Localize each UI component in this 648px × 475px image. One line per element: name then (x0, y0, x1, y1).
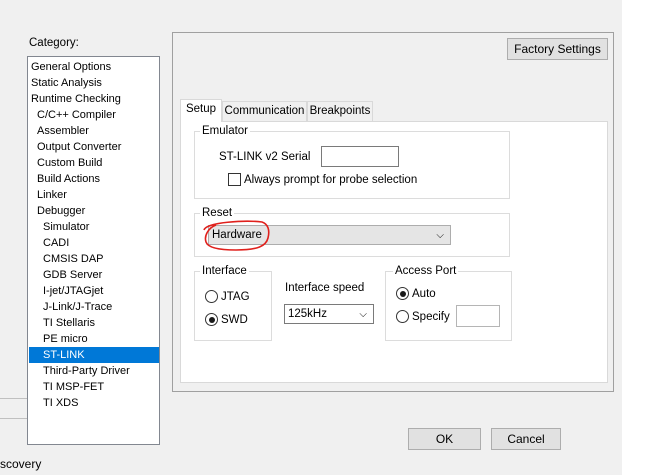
interface-group-title: Interface (200, 265, 249, 278)
interface-speed-dropdown[interactable]: 125kHz ⌵ (284, 304, 374, 324)
chevron-down-icon: ⌵ (359, 309, 367, 320)
list-item-label: Output Converter (37, 141, 122, 153)
list-item[interactable]: Assembler (29, 123, 159, 139)
list-item-label: Assembler (37, 125, 89, 137)
emulator-group-title: Emulator (200, 125, 251, 138)
list-item[interactable]: CADI (29, 235, 159, 251)
tab-breakpoints[interactable]: Breakpoints (307, 101, 373, 121)
list-item[interactable]: Simulator (29, 219, 159, 235)
auto-label: Auto (412, 288, 436, 300)
list-item[interactable]: GDB Server (29, 267, 159, 283)
list-item-label: J-Link/J-Trace (43, 301, 113, 313)
background-divider (0, 418, 28, 419)
interface-speed-label: Interface speed (285, 282, 365, 294)
chevron-down-icon: ⌵ (436, 230, 444, 241)
category-list[interactable]: General Options Static Analysis Runtime Ch… (27, 56, 160, 445)
list-item-label: I-jet/JTAGjet (43, 285, 104, 297)
list-item-label: Simulator (43, 221, 90, 233)
list-item[interactable]: CMSIS DAP (29, 251, 159, 267)
jtag-label: JTAG (221, 291, 250, 303)
auto-radio[interactable] (396, 287, 409, 300)
list-item[interactable]: I-jet/JTAGjet (29, 283, 159, 299)
list-item-label: GDB Server (43, 269, 103, 281)
list-item[interactable]: Custom Build (29, 155, 159, 171)
interface-group (194, 271, 272, 341)
list-item-label: Build Actions (37, 173, 100, 185)
specify-radio[interactable] (396, 310, 409, 323)
list-item[interactable]: TI XDS (29, 395, 159, 411)
jtag-radio[interactable] (205, 290, 218, 303)
red-annotation-circle (203, 220, 270, 251)
list-item-label: Third-Party Driver (43, 365, 130, 377)
swd-radio[interactable] (205, 313, 218, 326)
list-item-label: ST-LINK (43, 349, 85, 361)
list-item-label: General Options (31, 61, 112, 73)
list-item[interactable]: Debugger (29, 203, 159, 219)
background-window-edge (622, 0, 648, 475)
list-item[interactable]: General Options (29, 59, 159, 75)
serial-label: ST-LINK v2 Serial (219, 151, 311, 163)
category-label: Category: (29, 37, 79, 49)
list-item-label: TI Stellaris (43, 317, 95, 329)
radio-dot (399, 290, 406, 297)
factory-settings-button[interactable]: Factory Settings (507, 38, 608, 60)
access-port-group-title: Access Port (393, 265, 459, 278)
tab-setup[interactable]: Setup (180, 99, 222, 122)
list-item[interactable]: Third-Party Driver (29, 363, 159, 379)
always-prompt-checkbox[interactable] (228, 173, 241, 186)
list-item-label: TI XDS (43, 397, 79, 409)
list-item-label: Runtime Checking (31, 93, 121, 105)
list-item-label: CMSIS DAP (43, 253, 104, 265)
list-item[interactable]: Runtime Checking (29, 91, 159, 107)
list-item[interactable]: Linker (29, 187, 159, 203)
background-divider (0, 398, 28, 399)
specify-label: Specify (412, 311, 450, 323)
list-item[interactable]: C/C++ Compiler (29, 107, 159, 123)
list-item-label: CADI (43, 237, 70, 249)
list-item-label: PE micro (43, 333, 88, 345)
serial-input[interactable] (321, 146, 399, 167)
list-item[interactable]: Static Analysis (29, 75, 159, 91)
list-item[interactable]: TI Stellaris (29, 315, 159, 331)
specify-input[interactable] (456, 305, 500, 327)
radio-dot (208, 316, 215, 323)
ok-button[interactable]: OK (408, 428, 481, 450)
list-item-label: Linker (37, 189, 67, 201)
list-item-label: Custom Build (37, 157, 103, 169)
list-item-label: TI MSP-FET (43, 381, 105, 393)
list-item[interactable]: Build Actions (29, 171, 159, 187)
interface-speed-value: 125kHz (288, 308, 327, 320)
list-item-label: Static Analysis (31, 77, 102, 89)
always-prompt-label: Always prompt for probe selection (244, 174, 418, 186)
list-item[interactable]: ST-LINK (29, 347, 159, 363)
list-item-label: C/C++ Compiler (37, 109, 116, 121)
swd-label: SWD (221, 314, 248, 326)
list-item[interactable]: J-Link/J-Trace (29, 299, 159, 315)
list-item[interactable]: PE micro (29, 331, 159, 347)
tab-communication[interactable]: Communication (222, 101, 307, 121)
background-window-text: scovery (0, 457, 42, 471)
cancel-button[interactable]: Cancel (491, 428, 561, 450)
list-item[interactable]: TI MSP-FET (29, 379, 159, 395)
list-item-label: Debugger (37, 205, 86, 217)
list-item[interactable]: Output Converter (29, 139, 159, 155)
